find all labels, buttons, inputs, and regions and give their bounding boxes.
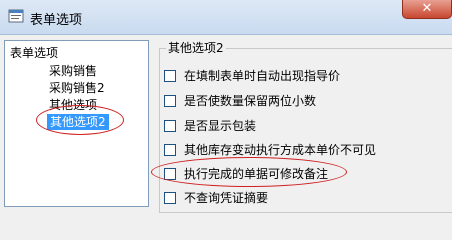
- option-label: 不查询凭证摘要: [184, 191, 269, 205]
- option-label: 执行完成的单据可修改备注: [184, 167, 329, 181]
- close-icon: ✕: [421, 1, 433, 16]
- dialog-window: 表单选项 ✕ 表单选项 采购销售 采购销售2 其他选项 其他选项2 其他选项2 …: [0, 0, 452, 213]
- tree-item-other-options[interactable]: 其他选项: [49, 97, 97, 113]
- tree-item-other-options-2[interactable]: 其他选项2: [47, 114, 109, 130]
- app-icon: [8, 9, 24, 23]
- option-label: 是否使数量保留两位小数: [184, 94, 317, 108]
- group-title: 其他选项2: [166, 41, 226, 55]
- options-tree[interactable]: 表单选项 采购销售 采购销售2 其他选项 其他选项2: [4, 40, 149, 207]
- checkbox[interactable]: [164, 95, 176, 107]
- checkbox[interactable]: [164, 168, 176, 180]
- checkbox[interactable]: [164, 192, 176, 204]
- tree-item-purchase-sales-2[interactable]: 采购销售2: [49, 80, 105, 96]
- option-label: 其他库存变动执行方成本单价不可见: [184, 143, 377, 157]
- title-bar: 表单选项 ✕: [0, 0, 452, 35]
- checkbox[interactable]: [164, 120, 176, 132]
- checkbox[interactable]: [164, 144, 176, 156]
- option-label: 在填制表单时自动出现指导价: [184, 69, 341, 83]
- window-title: 表单选项: [30, 13, 83, 28]
- option-label: 是否显示包装: [184, 119, 257, 133]
- tree-item-purchase-sales[interactable]: 采购销售: [49, 63, 97, 79]
- close-button[interactable]: ✕: [402, 0, 452, 19]
- checkbox[interactable]: [164, 70, 176, 82]
- tree-item-root[interactable]: 表单选项: [10, 45, 58, 61]
